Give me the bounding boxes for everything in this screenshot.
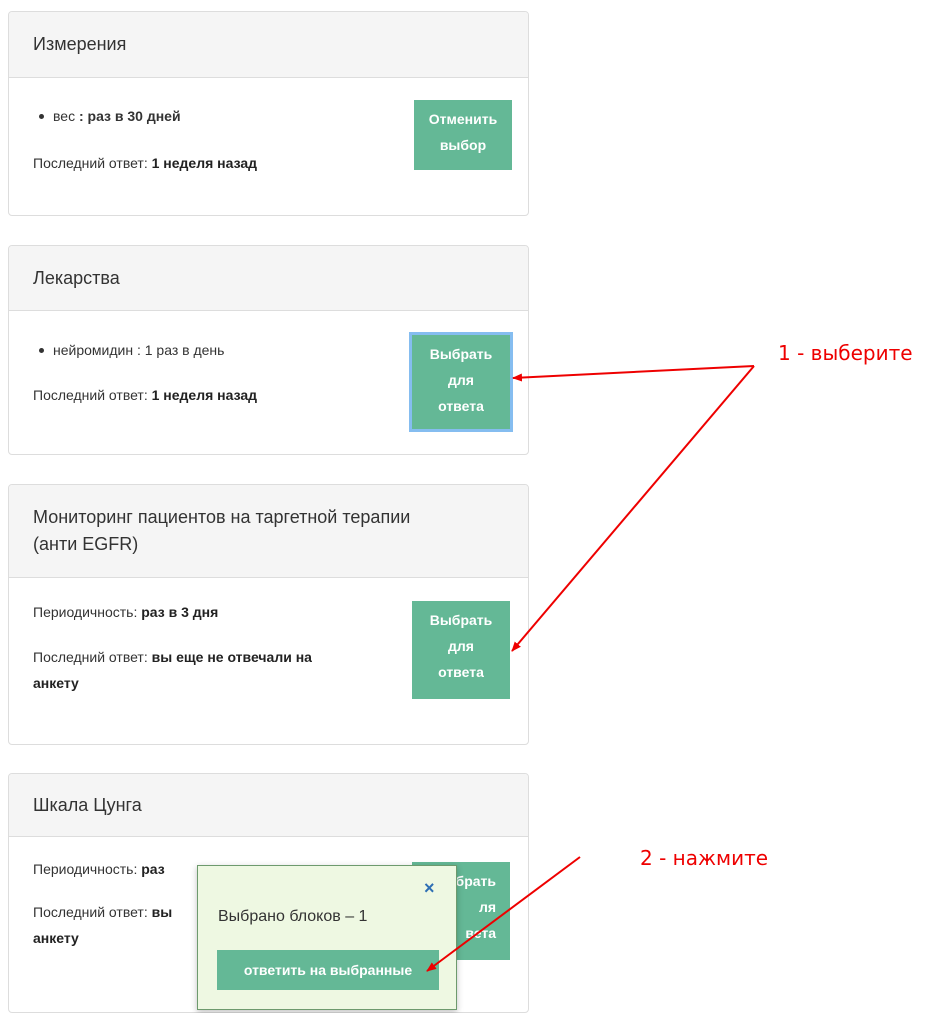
select-for-answer-button[interactable]: Выбрать для ответа — [412, 601, 510, 699]
last-answer-label: Последний ответ: — [33, 649, 148, 665]
periodicity-value: раз в 3 дня — [141, 604, 219, 620]
selected-count: Выбрано блоков – 1 — [218, 908, 368, 925]
last-answer-value: 1 неделя назад — [151, 155, 258, 171]
measure-frequency: : раз в 30 дней — [78, 108, 181, 124]
periodicity: Периодичность: раз в 3 дня — [33, 599, 218, 625]
panel-measurements: Измерения вес : раз в 30 дней Последний … — [8, 11, 529, 216]
button-label: ответа — [438, 664, 484, 680]
panel-targeted-therapy-monitoring: Мониторинг пациентов на таргетной терапи… — [8, 484, 529, 745]
cancel-selection-button[interactable]: Отменить выбор — [414, 100, 512, 170]
arrow-to-monitoring-button — [511, 365, 755, 652]
last-answer-value: вы — [151, 904, 173, 920]
panel-medications: Лекарства нейромидин : 1 раз в день Посл… — [8, 245, 529, 455]
last-answer: Последний ответ: 1 неделя назад — [33, 150, 257, 176]
selected-blocks-popup: × Выбрано блоков – 1 ответить на выбранн… — [197, 865, 457, 1010]
panel-heading: Измерения — [9, 12, 528, 78]
medication-text: нейромидин : 1 раз в день — [53, 342, 225, 358]
panel-title: Измерения — [33, 34, 127, 54]
panel-title: Шкала Цунга — [33, 794, 142, 815]
last-answer-value-line2: анкету — [33, 675, 79, 691]
last-answer-value: вы еще не отвечали на — [151, 649, 312, 665]
arrow-to-medications-button — [512, 365, 755, 382]
button-label: Отменить — [428, 111, 498, 127]
button-label: для — [448, 372, 474, 388]
last-answer: Последний ответ: вы анкету — [33, 899, 172, 951]
last-answer-label: Последний ответ: — [33, 904, 148, 920]
last-answer-value-line2: анкету — [33, 930, 79, 946]
periodicity-label: Периодичность: — [33, 861, 138, 877]
annotation-step2: 2 - нажмите — [640, 846, 769, 870]
panel-heading: Лекарства — [9, 246, 528, 311]
answer-selected-button[interactable]: ответить на выбранные — [217, 950, 439, 990]
close-icon[interactable]: × — [424, 878, 435, 898]
periodicity-label: Периодичность: — [33, 604, 138, 620]
list-item: вес : раз в 30 дней — [39, 106, 181, 126]
list-item: нейромидин : 1 раз в день — [38, 340, 225, 360]
button-label: выбор — [439, 137, 487, 153]
annotation-step1: 1 - выберите — [778, 341, 913, 365]
button-label: для — [448, 638, 474, 654]
select-for-answer-button[interactable]: Выбрать для ответа — [409, 332, 513, 432]
panel-title-line2: (анти EGFR) — [33, 534, 139, 554]
last-answer: Последний ответ: 1 неделя назад — [33, 382, 257, 408]
button-label: Выбрать — [429, 612, 493, 628]
last-answer-label: Последний ответ: — [33, 155, 148, 171]
button-label: ответа — [438, 398, 484, 414]
periodicity: Периодичность: раз — [33, 856, 165, 882]
periodicity-value: раз — [141, 861, 165, 877]
measure-name: вес — [53, 108, 76, 124]
panel-title: Лекарства — [33, 267, 120, 288]
last-answer-value: 1 неделя назад — [151, 387, 258, 403]
panel-title: Мониторинг пациентов на таргетной терапи… — [33, 507, 411, 527]
panel-heading: Мониторинг пациентов на таргетной терапи… — [9, 485, 528, 578]
last-answer-label: Последний ответ: — [33, 387, 148, 403]
last-answer: Последний ответ: вы еще не отвечали на а… — [33, 644, 312, 696]
button-label: Выбрать — [429, 346, 493, 362]
panel-heading: Шкала Цунга — [9, 774, 528, 837]
